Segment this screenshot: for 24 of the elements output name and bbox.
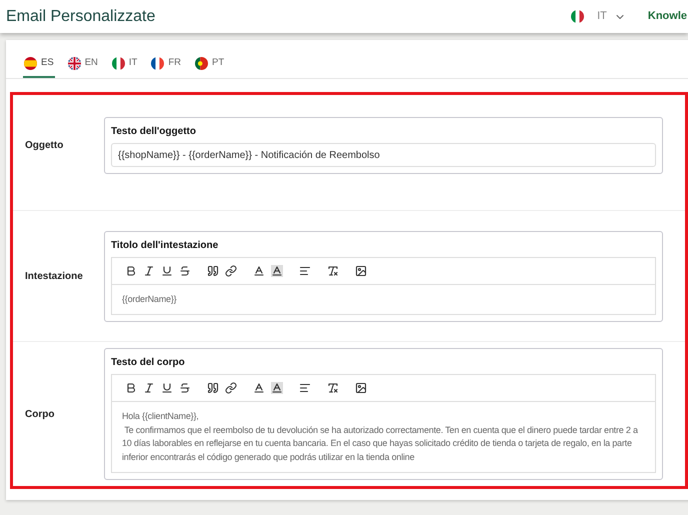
language-tab[interactable]: FR [150,56,182,78]
language-tab[interactable]: ES [23,56,55,78]
portugal-flag-icon [195,56,208,70]
subject-input[interactable]: {{shopName}} - {{orderName}} - Notificación de Reembolso [111,143,656,168]
section-label: Corpo [25,408,56,422]
language-tab[interactable]: PT [194,56,226,78]
spain-flag-icon [24,56,37,70]
section-label: Intestazione [25,270,84,284]
page-title: Email Personalizzate [6,6,156,26]
language-tab[interactable]: EN [66,56,99,78]
italy-flag-icon [112,56,125,70]
uk-flag-icon [68,56,81,70]
field-label: Testo dell'oggetto [111,125,197,140]
editor-text: Hola {{clientName}}, [122,410,200,424]
france-flag-icon [151,56,164,70]
section-label: Oggetto [25,139,64,154]
knowledge-link[interactable]: Knowle [648,8,687,25]
field-label: Testo del corpo [111,356,186,370]
italy-flag-icon [571,10,584,23]
editor-text: Te confirmamos que el reembolso de tu devolución se ha autorizado correctamente. Ten en cuenta que el dinero puede tardar entre 2 a 10 días laborables en reflejarse en tu cuenta bancaria. En el caso que hayas solicitado crédito de tienda o tarjeta de regalo, en la parte inferior encontrarás el código generado que podrás utilizar en la tienda online [122,424,639,464]
language-select[interactable]: IT [571,8,626,25]
language-tab[interactable]: IT [110,56,138,78]
field-label: Titolo dell'intestazione [111,238,220,252]
editor-text: {{orderName}} [122,292,178,306]
